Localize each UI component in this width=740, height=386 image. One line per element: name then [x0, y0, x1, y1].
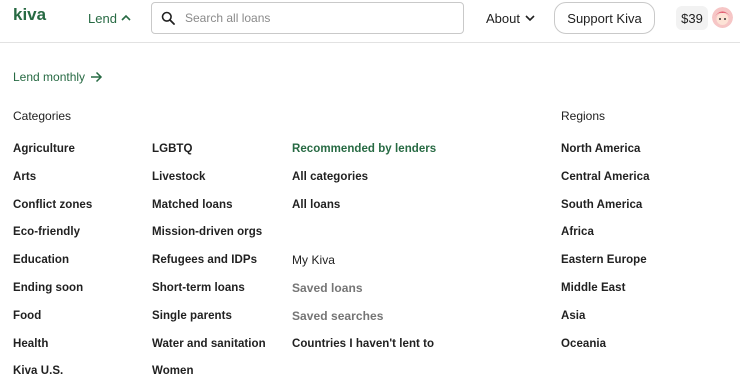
category-link[interactable]: Kiva U.S.	[13, 362, 92, 386]
about-label: About	[486, 10, 520, 26]
category-link[interactable]: Women	[152, 362, 266, 386]
region-link[interactable]: South America	[561, 196, 650, 224]
kiva-logo[interactable]: kiva	[13, 5, 47, 25]
regions-heading: Regions	[561, 109, 606, 123]
category-link[interactable]: Livestock	[152, 168, 266, 196]
search-icon	[161, 11, 175, 25]
regions-column: North America Central America South Amer…	[561, 140, 650, 362]
lend-monthly-label: Lend monthly	[13, 70, 86, 84]
lend-menu-toggle[interactable]: Lend	[88, 9, 131, 27]
category-link[interactable]: Ending soon	[13, 279, 92, 307]
category-link[interactable]: Conflict zones	[13, 196, 92, 224]
region-link[interactable]: Asia	[561, 307, 650, 335]
category-link[interactable]: Mission-driven orgs	[152, 223, 266, 251]
category-link[interactable]: Education	[13, 251, 92, 279]
categories-column-1: Agriculture Arts Conflict zones Eco-frie…	[13, 140, 92, 386]
lend-monthly-link[interactable]: Lend monthly	[13, 70, 103, 84]
lend-label: Lend	[88, 10, 117, 26]
category-link[interactable]: Refugees and IDPs	[152, 251, 266, 279]
category-link[interactable]: Arts	[13, 168, 92, 196]
category-link[interactable]: Single parents	[152, 307, 266, 335]
category-link[interactable]: Matched loans	[152, 196, 266, 224]
chevron-down-icon	[525, 15, 535, 22]
all-loans-link[interactable]: All loans	[292, 196, 436, 224]
category-link[interactable]: Agriculture	[13, 140, 92, 168]
region-link[interactable]: Africa	[561, 223, 650, 251]
balance-badge[interactable]: $39	[676, 6, 708, 30]
about-menu-toggle[interactable]: About	[486, 9, 535, 27]
svg-text:kiva: kiva	[13, 5, 47, 24]
search-input[interactable]	[185, 11, 455, 25]
region-link[interactable]: Eastern Europe	[561, 251, 650, 279]
countries-not-lent-link[interactable]: Countries I haven't lent to	[292, 335, 436, 363]
category-link[interactable]: Short-term loans	[152, 279, 266, 307]
all-categories-link[interactable]: All categories	[292, 168, 436, 196]
region-link[interactable]: North America	[561, 140, 650, 168]
user-avatar[interactable]	[712, 7, 733, 28]
region-link[interactable]: Central America	[561, 168, 650, 196]
recommended-by-lenders-link[interactable]: Recommended by lenders	[292, 140, 436, 168]
categories-heading: Categories	[13, 109, 72, 123]
region-link[interactable]: Oceania	[561, 335, 650, 363]
search-box[interactable]	[151, 2, 464, 34]
top-nav: kiva Lend About Support Kiva $39	[0, 0, 740, 43]
my-kiva-heading: My Kiva	[292, 253, 336, 268]
arrow-right-icon	[91, 71, 103, 83]
saved-loans-link[interactable]: Saved loans	[292, 279, 436, 307]
categories-column-2: LGBTQ Livestock Matched loans Mission-dr…	[152, 140, 266, 386]
saved-searches-link[interactable]: Saved searches	[292, 307, 436, 335]
region-link[interactable]: Middle East	[561, 279, 650, 307]
support-kiva-button[interactable]: Support Kiva	[554, 2, 655, 34]
category-link[interactable]: Eco-friendly	[13, 223, 92, 251]
category-link[interactable]: Health	[13, 335, 92, 363]
quick-links-column: Recommended by lenders All categories Al…	[292, 140, 436, 362]
category-link[interactable]: Water and sanitation	[152, 335, 266, 363]
column-spacer	[292, 223, 436, 251]
chevron-up-icon	[121, 14, 131, 21]
category-link[interactable]: LGBTQ	[152, 140, 266, 168]
category-link[interactable]: Food	[13, 307, 92, 335]
